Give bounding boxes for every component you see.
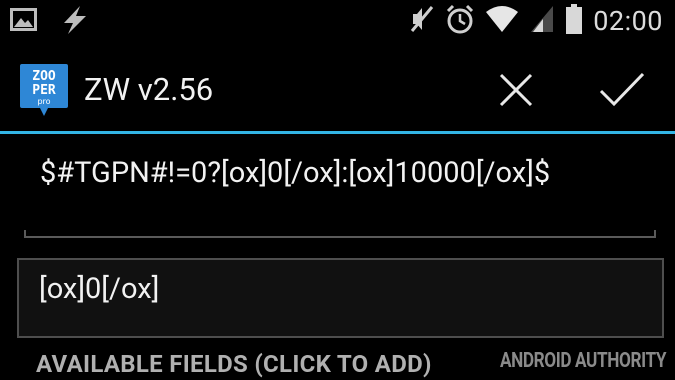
formula-text[interactable]: $#TGPN#!=0?[ox]0[/ox]:[ox]10000[/ox]$ — [40, 154, 600, 192]
image-notification-icon — [10, 7, 38, 37]
preview-box: [ox]0[/ox] — [17, 258, 664, 338]
clock: 02:00 — [593, 5, 663, 37]
input-underline-tick-left — [24, 230, 26, 238]
flash-notification-icon — [60, 4, 90, 40]
confirm-button[interactable] — [594, 62, 650, 118]
status-bar: 02:00 — [0, 0, 675, 40]
app-title: ZW v2.56 — [84, 71, 214, 108]
watermark: ANDROID AUTHORITY — [500, 349, 667, 373]
alarm-icon — [445, 3, 475, 39]
system-icons: 02:00 — [409, 3, 663, 39]
svg-text:pro: pro — [37, 97, 50, 106]
notification-area — [10, 4, 90, 40]
input-underline-tick-right — [654, 230, 656, 238]
available-fields-header: AVAILABLE FIELDS (CLICK TO ADD) — [36, 350, 432, 378]
preview-text: [ox]0[/ox] — [39, 272, 160, 306]
cancel-button[interactable] — [488, 62, 544, 118]
formula-input[interactable]: $#TGPN#!=0?[ox]0[/ox]:[ox]10000[/ox]$ — [24, 146, 656, 242]
signal-icon — [529, 4, 555, 38]
checkmark-icon — [599, 72, 645, 107]
wifi-icon — [485, 4, 519, 38]
zooper-pro-logo: ZOO PER pro — [18, 62, 70, 118]
action-bar-divider — [0, 131, 675, 134]
svg-text:ZOO: ZOO — [32, 69, 56, 84]
mute-icon — [409, 3, 435, 39]
battery-icon — [565, 3, 583, 39]
svg-text:PER: PER — [32, 83, 56, 98]
close-icon — [499, 73, 533, 107]
input-underline — [24, 236, 656, 238]
